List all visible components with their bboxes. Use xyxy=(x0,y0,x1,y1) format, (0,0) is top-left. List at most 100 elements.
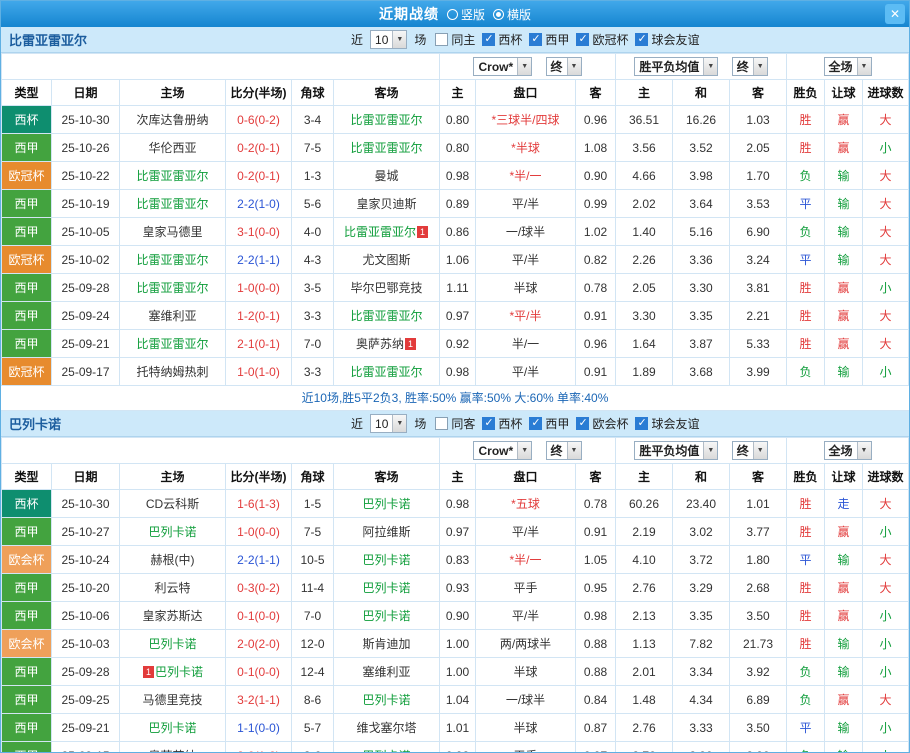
layout-horizontal-radio[interactable]: 横版 xyxy=(493,6,531,23)
home-team-link[interactable]: 赫根(中) xyxy=(151,553,195,567)
away-team-link[interactable]: 比雷亚雷亚尔 xyxy=(350,309,422,323)
home-team-link[interactable]: 马德里竞技 xyxy=(142,693,202,707)
home-team-link[interactable]: 巴列卡诺 xyxy=(155,665,203,679)
home-team-cell[interactable]: 赫根(中) xyxy=(119,545,226,574)
away-team-link[interactable]: 巴列卡诺 xyxy=(362,581,410,595)
away-team-link[interactable]: 斯肯迪加 xyxy=(362,637,410,651)
away-team-link[interactable]: 巴列卡诺 xyxy=(362,553,410,567)
home-team-link[interactable]: 华伦西亚 xyxy=(148,141,196,155)
home-team-link[interactable]: 次库达鲁册纳 xyxy=(136,113,208,127)
away-team-link[interactable]: 比雷亚雷亚尔 xyxy=(344,225,416,239)
home-team-cell[interactable]: 利云特 xyxy=(119,573,226,602)
home-team-cell[interactable]: 巴列卡诺 xyxy=(119,517,226,546)
home-team-link[interactable]: 比雷亚雷亚尔 xyxy=(136,169,208,183)
home-team-cell[interactable]: 比雷亚雷亚尔 xyxy=(119,245,226,274)
league-filter-checkbox[interactable]: 球会友谊 xyxy=(635,415,699,432)
away-team-link[interactable]: 巴列卡诺 xyxy=(362,609,410,623)
home-team-cell[interactable]: 1 巴列卡诺 xyxy=(119,657,226,686)
away-team-cell[interactable]: 巴列卡诺 xyxy=(333,601,440,630)
close-button[interactable]: ✕ xyxy=(885,4,905,24)
away-team-link[interactable]: 皇家贝迪斯 xyxy=(356,197,416,211)
away-team-cell[interactable]: 毕尔巴鄂竞技 xyxy=(333,273,440,302)
away-team-cell[interactable]: 巴列卡诺 xyxy=(333,573,440,602)
away-team-link[interactable]: 比雷亚雷亚尔 xyxy=(350,365,422,379)
home-team-link[interactable]: 皇家苏斯达 xyxy=(142,609,202,623)
home-team-link[interactable]: 利云特 xyxy=(154,581,190,595)
odds-time-select[interactable]: 终 ▼ xyxy=(545,57,582,76)
home-team-cell[interactable]: 比雷亚雷亚尔 xyxy=(119,273,226,302)
odds-company-select[interactable]: Crow* ▼ xyxy=(473,441,533,460)
away-team-cell[interactable]: 尤文图斯 xyxy=(333,245,440,274)
away-team-link[interactable]: 曼城 xyxy=(374,169,398,183)
away-team-cell[interactable]: 巴列卡诺 xyxy=(333,685,440,714)
league-filter-checkbox[interactable]: 西杯 xyxy=(482,31,522,48)
home-team-cell[interactable]: 马德里竞技 xyxy=(119,685,226,714)
home-team-cell[interactable]: 奥萨苏纳 xyxy=(119,741,226,752)
away-team-link[interactable]: 塞维利亚 xyxy=(362,665,410,679)
match-count-select[interactable]: 10 ▼ xyxy=(370,30,408,49)
home-team-link[interactable]: 塞维利亚 xyxy=(148,309,196,323)
away-team-cell[interactable]: 阿拉维斯 xyxy=(333,517,440,546)
league-filter-checkbox[interactable]: 西杯 xyxy=(482,415,522,432)
home-team-link[interactable]: 比雷亚雷亚尔 xyxy=(136,253,208,267)
home-team-link[interactable]: 奥萨苏纳 xyxy=(148,749,196,752)
layout-vertical-radio[interactable]: 竖版 xyxy=(446,6,485,23)
away-team-cell[interactable]: 曼城 xyxy=(333,161,440,190)
away-team-cell[interactable]: 巴列卡诺 xyxy=(333,489,440,518)
odds-time-select[interactable]: 终 ▼ xyxy=(545,441,582,460)
away-team-link[interactable]: 比雷亚雷亚尔 xyxy=(350,113,422,127)
league-filter-checkbox[interactable]: 球会友谊 xyxy=(635,31,699,48)
away-team-cell[interactable]: 巴列卡诺 xyxy=(333,545,440,574)
home-team-link[interactable]: 托特纳姆热刺 xyxy=(136,365,208,379)
odds-company-select[interactable]: Crow* ▼ xyxy=(473,57,533,76)
home-team-cell[interactable]: CD云科斯 xyxy=(119,489,226,518)
away-team-link[interactable]: 巴列卡诺 xyxy=(362,497,410,511)
away-team-link[interactable]: 阿拉维斯 xyxy=(362,525,410,539)
home-team-cell[interactable]: 比雷亚雷亚尔 xyxy=(119,189,226,218)
home-team-cell[interactable]: 塞维利亚 xyxy=(119,301,226,330)
home-team-cell[interactable]: 巴列卡诺 xyxy=(119,713,226,742)
home-team-cell[interactable]: 次库达鲁册纳 xyxy=(119,105,226,134)
home-team-cell[interactable]: 皇家苏斯达 xyxy=(119,601,226,630)
league-filter-checkbox[interactable]: 欧会杯 xyxy=(576,415,628,432)
home-team-link[interactable]: 巴列卡诺 xyxy=(148,721,196,735)
europe-time-select[interactable]: 终 ▼ xyxy=(731,441,768,460)
away-team-cell[interactable]: 斯肯迪加 xyxy=(333,629,440,658)
away-team-link[interactable]: 奥萨苏纳 xyxy=(356,337,404,351)
away-team-link[interactable]: 毕尔巴鄂竞技 xyxy=(350,281,422,295)
league-filter-checkbox[interactable]: 西甲 xyxy=(529,415,569,432)
away-team-cell[interactable]: 维戈塞尔塔 xyxy=(333,713,440,742)
away-team-link[interactable]: 巴列卡诺 xyxy=(362,693,410,707)
home-team-link[interactable]: 比雷亚雷亚尔 xyxy=(136,281,208,295)
match-count-select[interactable]: 10 ▼ xyxy=(370,414,408,433)
same-venue-checkbox[interactable]: 同客 xyxy=(435,415,475,432)
home-team-link[interactable]: CD云科斯 xyxy=(146,497,199,511)
league-filter-checkbox[interactable]: 西甲 xyxy=(529,31,569,48)
period-select[interactable]: 全场 ▼ xyxy=(823,57,872,76)
home-team-link[interactable]: 皇家马德里 xyxy=(142,225,202,239)
home-team-link[interactable]: 巴列卡诺 xyxy=(148,525,196,539)
away-team-cell[interactable]: 奥萨苏纳 1 xyxy=(333,329,440,358)
home-team-cell[interactable]: 皇家马德里 xyxy=(119,217,226,246)
away-team-link[interactable]: 维戈塞尔塔 xyxy=(356,721,416,735)
away-team-link[interactable]: 比雷亚雷亚尔 xyxy=(350,141,422,155)
home-team-cell[interactable]: 比雷亚雷亚尔 xyxy=(119,161,226,190)
away-team-cell[interactable]: 比雷亚雷亚尔 xyxy=(333,301,440,330)
away-team-link[interactable]: 尤文图斯 xyxy=(362,253,410,267)
period-select[interactable]: 全场 ▼ xyxy=(823,441,872,460)
away-team-link[interactable]: 巴列卡诺 xyxy=(362,749,410,752)
europe-time-select[interactable]: 终 ▼ xyxy=(731,57,768,76)
home-team-cell[interactable]: 巴列卡诺 xyxy=(119,629,226,658)
away-team-cell[interactable]: 塞维利亚 xyxy=(333,657,440,686)
home-team-link[interactable]: 巴列卡诺 xyxy=(148,637,196,651)
same-venue-checkbox[interactable]: 同主 xyxy=(435,31,475,48)
away-team-cell[interactable]: 比雷亚雷亚尔 xyxy=(333,133,440,162)
europe-odds-select[interactable]: 胜平负均值 ▼ xyxy=(634,57,719,76)
away-team-cell[interactable]: 皇家贝迪斯 xyxy=(333,189,440,218)
home-team-cell[interactable]: 比雷亚雷亚尔 xyxy=(119,329,226,358)
home-team-link[interactable]: 比雷亚雷亚尔 xyxy=(136,197,208,211)
league-filter-checkbox[interactable]: 欧冠杯 xyxy=(576,31,628,48)
away-team-cell[interactable]: 比雷亚雷亚尔 xyxy=(333,357,440,386)
away-team-cell[interactable]: 比雷亚雷亚尔 1 xyxy=(333,217,440,246)
away-team-cell[interactable]: 巴列卡诺 xyxy=(333,741,440,752)
